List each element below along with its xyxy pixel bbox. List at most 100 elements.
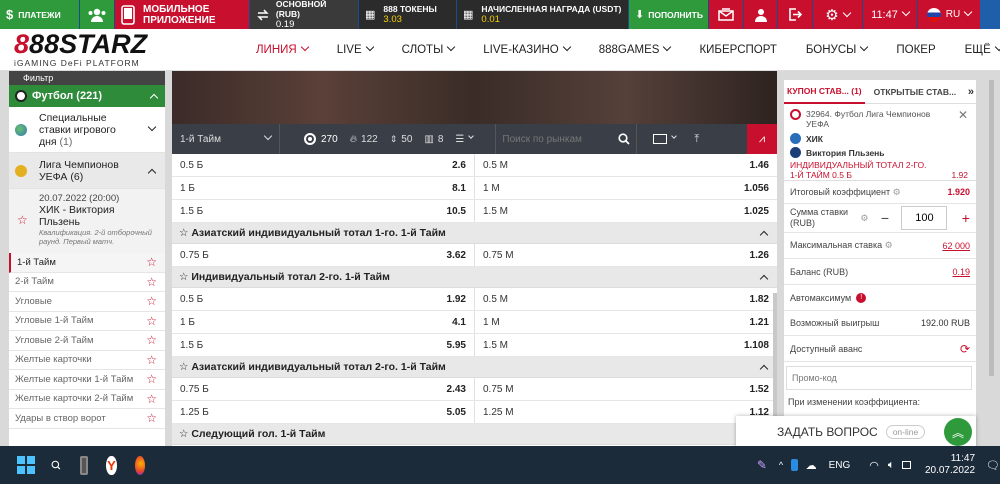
odds-cell[interactable]: 0.75 М 1.52 [475,378,777,400]
market-search-input[interactable] [502,133,613,145]
clock[interactable]: 11:47 [863,0,918,29]
odds-cell[interactable]: 1 Б 4.1 [172,311,475,333]
tray-cloud-icon[interactable]: ☁ [806,459,817,472]
search-icon[interactable] [51,456,61,474]
odds-cell[interactable]: 0.75 Б 2.43 [172,378,475,400]
layout-toggle[interactable] [653,133,678,144]
info-icon[interactable]: ! [856,292,867,303]
battery-icon[interactable] [902,461,911,469]
tray-security-icon[interactable] [791,459,798,471]
sidebar-market-item[interactable]: Угловые 2-й Тайм ☆ [9,331,165,351]
star-icon[interactable]: ☆ [179,361,191,373]
league-champions[interactable]: Лига Чемпионов УЕФА (6) [9,153,165,189]
wifi-icon[interactable]: ◠ [869,459,879,472]
sidebar-market-item[interactable]: Удары в створ ворот ☆ [9,409,165,429]
star-icon[interactable]: ☆ [146,373,157,385]
chevron-up-icon[interactable]: ︽ [944,418,972,446]
refresh-icon[interactable]: ⟳ [960,342,970,356]
calculator-icon[interactable] [79,455,89,475]
expand-icon[interactable]: » [968,86,976,98]
gear-icon[interactable]: ⚙ [860,213,868,224]
nav-item-slots[interactable]: СЛОТЫ [402,42,456,56]
list-view-toggle[interactable]: ☰ [455,133,475,145]
settings-button[interactable]: ⚙ [813,0,863,29]
star-icon[interactable]: ☆ [146,276,157,288]
odds-cell[interactable]: 0.5 М 1.46 [475,154,777,176]
nav-item-888games[interactable]: 888GAMES [599,42,672,56]
main-balance[interactable]: ОСНОВНОЙ (RUB) 0.19 [250,0,359,30]
market-section-header[interactable]: ☆ Индивидуальный тотал 2-го. 1-й Тайм [172,267,777,288]
nav-item-live-casino[interactable]: LIVE-КАЗИНО [483,42,571,56]
stats-button[interactable]: ⩘ [747,124,777,154]
sidebar-market-item[interactable]: Угловые 1-й Тайм ☆ [9,312,165,331]
gear-icon[interactable]: ⚙ [893,187,901,197]
pen-icon[interactable]: ✎ [757,458,767,472]
odds-cell[interactable]: 1.25 Б 5.05 [172,401,475,423]
filter-all[interactable]: 270 [304,133,338,145]
market-section-header[interactable]: ☆ Следующий гол. 1-й Тайм [172,424,777,445]
sidebar-market-item[interactable]: Угловые ☆ [9,292,165,312]
odds-cell[interactable]: 1.25 М 1.12 [475,401,777,423]
windows-start-icon[interactable] [17,456,35,474]
odds-cell[interactable]: 1.5 М 1.108 [475,334,777,356]
gear-icon[interactable]: ⚙ [885,240,893,250]
nav-item-more[interactable]: ЕЩЁ [965,42,1000,56]
deposit-button[interactable]: ⬇ ПОПОЛНИТЬ [629,0,709,29]
sidebar-market-item[interactable]: 2-й Тайм ☆ [9,273,165,292]
star-icon[interactable]: ☆ [146,256,157,268]
star-icon[interactable]: ☆ [179,271,191,283]
sport-football[interactable]: Футбол (221) [9,85,165,107]
max-stake-link[interactable]: 62 000 [942,241,970,251]
collapse-button[interactable]: ⤒ [694,133,699,146]
odds-cell[interactable]: 1.5 М 1.025 [475,200,777,222]
filter-updown[interactable]: ⇕ 50 [390,134,413,145]
odds-cell[interactable]: 0.5 М 1.82 [475,288,777,310]
minus-button[interactable]: − [881,210,889,226]
page-scrollbar[interactable] [989,80,994,376]
market-section-header[interactable]: ☆ Азиатский индивидуальный тотал 2-го. 1… [172,357,777,378]
nav-item-esports[interactable]: КИБЕРСПОРТ [699,44,776,56]
star-icon[interactable]: ☆ [179,227,191,239]
logout-button[interactable] [778,0,813,29]
star-icon[interactable]: ☆ [146,334,157,346]
odds-cell[interactable]: 1 М 1.056 [475,177,777,199]
clock[interactable]: 11:47 20.07.2022 [925,453,975,477]
sidebar-market-item[interactable]: 1-й Тайм ☆ [9,253,165,273]
logo[interactable]: 888STARZ iGAMING DeFi PLATFORM [14,31,154,69]
filter-popular[interactable]: 🔥︎ 122 [350,134,378,145]
star-icon[interactable]: ☆ [17,214,28,226]
mail-button[interactable] [709,0,744,29]
star-icon[interactable]: ☆ [146,354,157,366]
nav-item-live[interactable]: LIVE [337,42,374,56]
nav-item-poker[interactable]: ПОКЕР [896,44,935,56]
firefox-icon[interactable] [134,455,145,475]
chevron-up-icon[interactable]: ^ [779,460,783,470]
odds-cell[interactable]: 1.5 Б 5.95 [172,334,475,356]
star-icon[interactable]: ☆ [179,428,191,440]
tokens-balance[interactable]: ▦ 888 ТОКЕНЫ 3.03 [359,0,457,29]
odds-cell[interactable]: 0.5 Б 2.6 [172,154,475,176]
filter-columns[interactable]: ▥ 8 [424,134,443,145]
odds-cell[interactable]: 1 М 1.21 [475,311,777,333]
star-icon[interactable]: ☆ [146,393,157,405]
tab-open-bets[interactable]: ОТКРЫТЫЕ СТАВ... [871,80,959,104]
volume-icon[interactable]: 🔈︎ [888,459,895,472]
nav-item-bonuses[interactable]: БОНУСЫ [806,42,869,56]
period-select[interactable]: 1-й Тайм [172,124,280,154]
nav-item-line[interactable]: ЛИНИЯ [256,42,309,56]
close-icon[interactable]: ✕ [958,108,968,122]
special-bets[interactable]: Специальные ставки игрового дня (1) [9,107,165,153]
stake-input[interactable] [901,206,948,230]
odds-cell[interactable]: 1.5 Б 10.5 [172,200,475,222]
tab-coupon[interactable]: КУПОН СТАВ... (1) [784,80,865,104]
sidebar-market-item[interactable]: Желтые карточки ☆ [9,351,165,370]
match-item[interactable]: ☆ 20.07.2022 (20:00) ХИК - Виктория Пльз… [9,189,165,253]
plus-button[interactable]: + [962,210,970,226]
search-icon[interactable] [618,133,631,145]
language-select[interactable]: RU [918,0,980,29]
odds-cell[interactable]: 0.5 Б 1.92 [172,288,475,310]
star-icon[interactable]: ☆ [146,315,157,327]
reward-balance[interactable]: ▦ НАЧИСЛЕННАЯ НАГРАДА (USDT) 0.01 [457,0,629,29]
odds-cell[interactable]: 0.75 М 1.26 [475,244,777,266]
star-icon[interactable]: ☆ [146,295,157,307]
